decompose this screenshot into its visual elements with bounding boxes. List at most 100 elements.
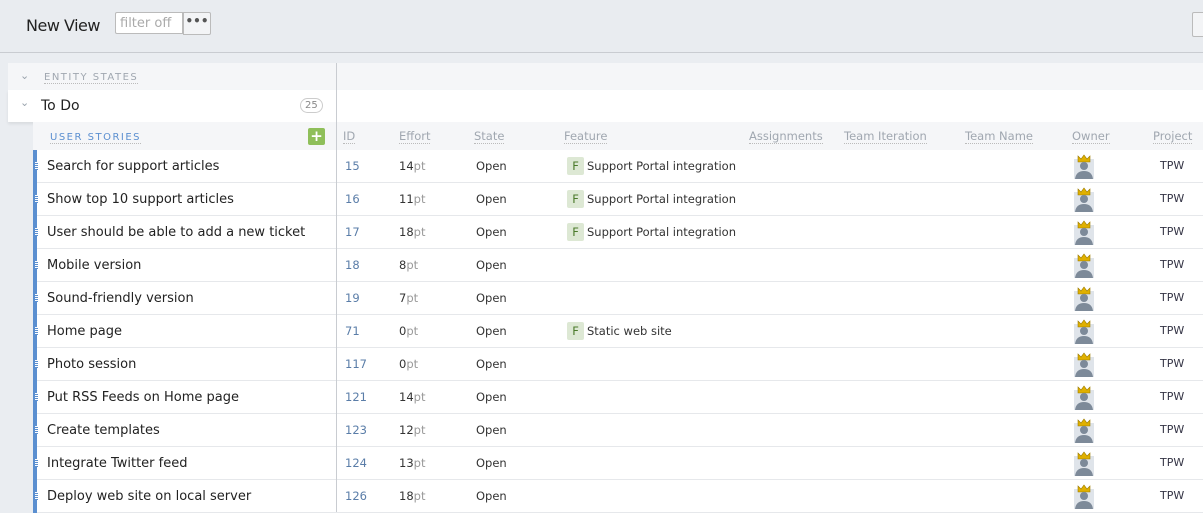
- table-row[interactable]: User should be able to add a new ticket …: [33, 216, 1203, 249]
- drag-handle-icon[interactable]: [35, 492, 38, 500]
- story-project[interactable]: TPW: [1160, 456, 1184, 469]
- table-row[interactable]: Deploy web site on local server 126 18pt…: [33, 480, 1203, 513]
- story-id[interactable]: 121: [345, 390, 367, 404]
- table-row[interactable]: Mobile version 18 8pt Open TPW: [33, 249, 1203, 282]
- drag-handle-icon[interactable]: [35, 195, 38, 203]
- story-name[interactable]: Mobile version: [47, 258, 141, 273]
- column-header-project[interactable]: Project: [1153, 130, 1193, 144]
- story-name[interactable]: Show top 10 support articles: [47, 192, 234, 207]
- story-id[interactable]: 117: [345, 357, 367, 371]
- story-state[interactable]: Open: [476, 258, 507, 272]
- story-project[interactable]: TPW: [1160, 423, 1184, 436]
- story-id[interactable]: 18: [345, 258, 360, 272]
- story-project[interactable]: TPW: [1160, 324, 1184, 337]
- table-row[interactable]: Show top 10 support articles 16 11pt Ope…: [33, 183, 1203, 216]
- column-header-assignments[interactable]: Assignments: [749, 130, 823, 144]
- story-name[interactable]: Integrate Twitter feed: [47, 456, 188, 471]
- story-feature[interactable]: F Static web site: [567, 322, 672, 340]
- table-row[interactable]: Home page 71 0pt Open F Static web site T…: [33, 315, 1203, 348]
- story-state[interactable]: Open: [476, 291, 507, 305]
- table-row[interactable]: Create templates 123 12pt Open TPW: [33, 414, 1203, 447]
- story-project[interactable]: TPW: [1160, 357, 1184, 370]
- story-id[interactable]: 71: [345, 324, 360, 338]
- owner-avatar-icon[interactable]: [1073, 153, 1095, 179]
- filter-input[interactable]: filter off: [115, 12, 183, 34]
- story-id[interactable]: 16: [345, 192, 360, 206]
- story-id[interactable]: 126: [345, 489, 367, 503]
- story-id[interactable]: 17: [345, 225, 360, 239]
- story-project[interactable]: TPW: [1160, 159, 1184, 172]
- owner-avatar-icon[interactable]: [1073, 417, 1095, 443]
- drag-handle-icon[interactable]: [35, 360, 38, 368]
- story-name[interactable]: Create templates: [47, 423, 160, 438]
- story-state[interactable]: Open: [476, 489, 507, 503]
- owner-avatar-icon[interactable]: [1073, 450, 1095, 476]
- column-header-state[interactable]: State: [474, 130, 505, 144]
- entity-states-header[interactable]: ⌄ ENTITY STATES: [8, 63, 1203, 90]
- column-header-team-iteration[interactable]: Team Iteration: [844, 130, 927, 144]
- drag-handle-icon[interactable]: [35, 228, 38, 236]
- story-state[interactable]: Open: [476, 456, 507, 470]
- column-header-effort[interactable]: Effort: [399, 130, 431, 144]
- table-row[interactable]: Integrate Twitter feed 124 13pt Open TPW: [33, 447, 1203, 480]
- owner-avatar-icon[interactable]: [1073, 318, 1095, 344]
- drag-handle-icon[interactable]: [35, 426, 38, 434]
- owner-avatar-icon[interactable]: [1073, 219, 1095, 245]
- drag-handle-icon[interactable]: [35, 327, 38, 335]
- story-feature[interactable]: F Support Portal integration: [567, 157, 736, 175]
- story-state[interactable]: Open: [476, 159, 507, 173]
- column-header-id[interactable]: ID: [343, 130, 356, 144]
- view-title: New View: [26, 16, 100, 35]
- column-header-owner[interactable]: Owner: [1072, 130, 1110, 144]
- story-id[interactable]: 124: [345, 456, 367, 470]
- table-row[interactable]: Sound-friendly version 19 7pt Open TPW: [33, 282, 1203, 315]
- drag-handle-icon[interactable]: [35, 261, 38, 269]
- story-state[interactable]: Open: [476, 357, 507, 371]
- story-name[interactable]: Photo session: [47, 357, 136, 372]
- story-name[interactable]: User should be able to add a new ticket: [47, 225, 305, 240]
- story-state[interactable]: Open: [476, 390, 507, 404]
- story-id[interactable]: 15: [345, 159, 360, 173]
- owner-avatar-icon[interactable]: [1073, 384, 1095, 410]
- table-row[interactable]: Search for support articles 15 14pt Open…: [33, 150, 1203, 183]
- right-toolbar-button[interactable]: [1192, 12, 1203, 37]
- story-feature[interactable]: F Support Portal integration: [567, 223, 736, 241]
- story-name[interactable]: Search for support articles: [47, 159, 219, 174]
- story-name[interactable]: Home page: [47, 324, 122, 339]
- table-row[interactable]: Put RSS Feeds on Home page 121 14pt Open…: [33, 381, 1203, 414]
- owner-avatar-icon[interactable]: [1073, 252, 1095, 278]
- story-project[interactable]: TPW: [1160, 225, 1184, 238]
- effort-unit: pt: [413, 159, 426, 173]
- todo-group[interactable]: ⌄ To Do 25: [8, 90, 1203, 122]
- owner-avatar-icon[interactable]: [1073, 351, 1095, 377]
- story-project[interactable]: TPW: [1160, 390, 1184, 403]
- chevron-down-icon[interactable]: ⌄: [20, 96, 29, 109]
- more-button[interactable]: •••: [183, 12, 211, 35]
- story-id[interactable]: 19: [345, 291, 360, 305]
- owner-avatar-icon[interactable]: [1073, 186, 1095, 212]
- story-feature[interactable]: F Support Portal integration: [567, 190, 736, 208]
- story-state[interactable]: Open: [476, 423, 507, 437]
- story-state[interactable]: Open: [476, 324, 507, 338]
- story-project[interactable]: TPW: [1160, 258, 1184, 271]
- column-header-team-name[interactable]: Team Name: [965, 130, 1033, 144]
- story-state[interactable]: Open: [476, 192, 507, 206]
- story-name[interactable]: Sound-friendly version: [47, 291, 194, 306]
- drag-handle-icon[interactable]: [35, 162, 38, 170]
- drag-handle-icon[interactable]: [35, 459, 38, 467]
- chevron-down-icon[interactable]: ⌄: [20, 69, 29, 82]
- drag-handle-icon[interactable]: [35, 294, 38, 302]
- story-name[interactable]: Put RSS Feeds on Home page: [47, 390, 239, 405]
- column-header-feature[interactable]: Feature: [564, 130, 608, 144]
- add-user-story-button[interactable]: +: [308, 128, 325, 145]
- drag-handle-icon[interactable]: [35, 393, 38, 401]
- story-state[interactable]: Open: [476, 225, 507, 239]
- story-project[interactable]: TPW: [1160, 192, 1184, 205]
- story-project[interactable]: TPW: [1160, 489, 1184, 502]
- story-project[interactable]: TPW: [1160, 291, 1184, 304]
- owner-avatar-icon[interactable]: [1073, 483, 1095, 509]
- story-id[interactable]: 123: [345, 423, 367, 437]
- story-name[interactable]: Deploy web site on local server: [47, 489, 251, 504]
- table-row[interactable]: Photo session 117 0pt Open TPW: [33, 348, 1203, 381]
- owner-avatar-icon[interactable]: [1073, 285, 1095, 311]
